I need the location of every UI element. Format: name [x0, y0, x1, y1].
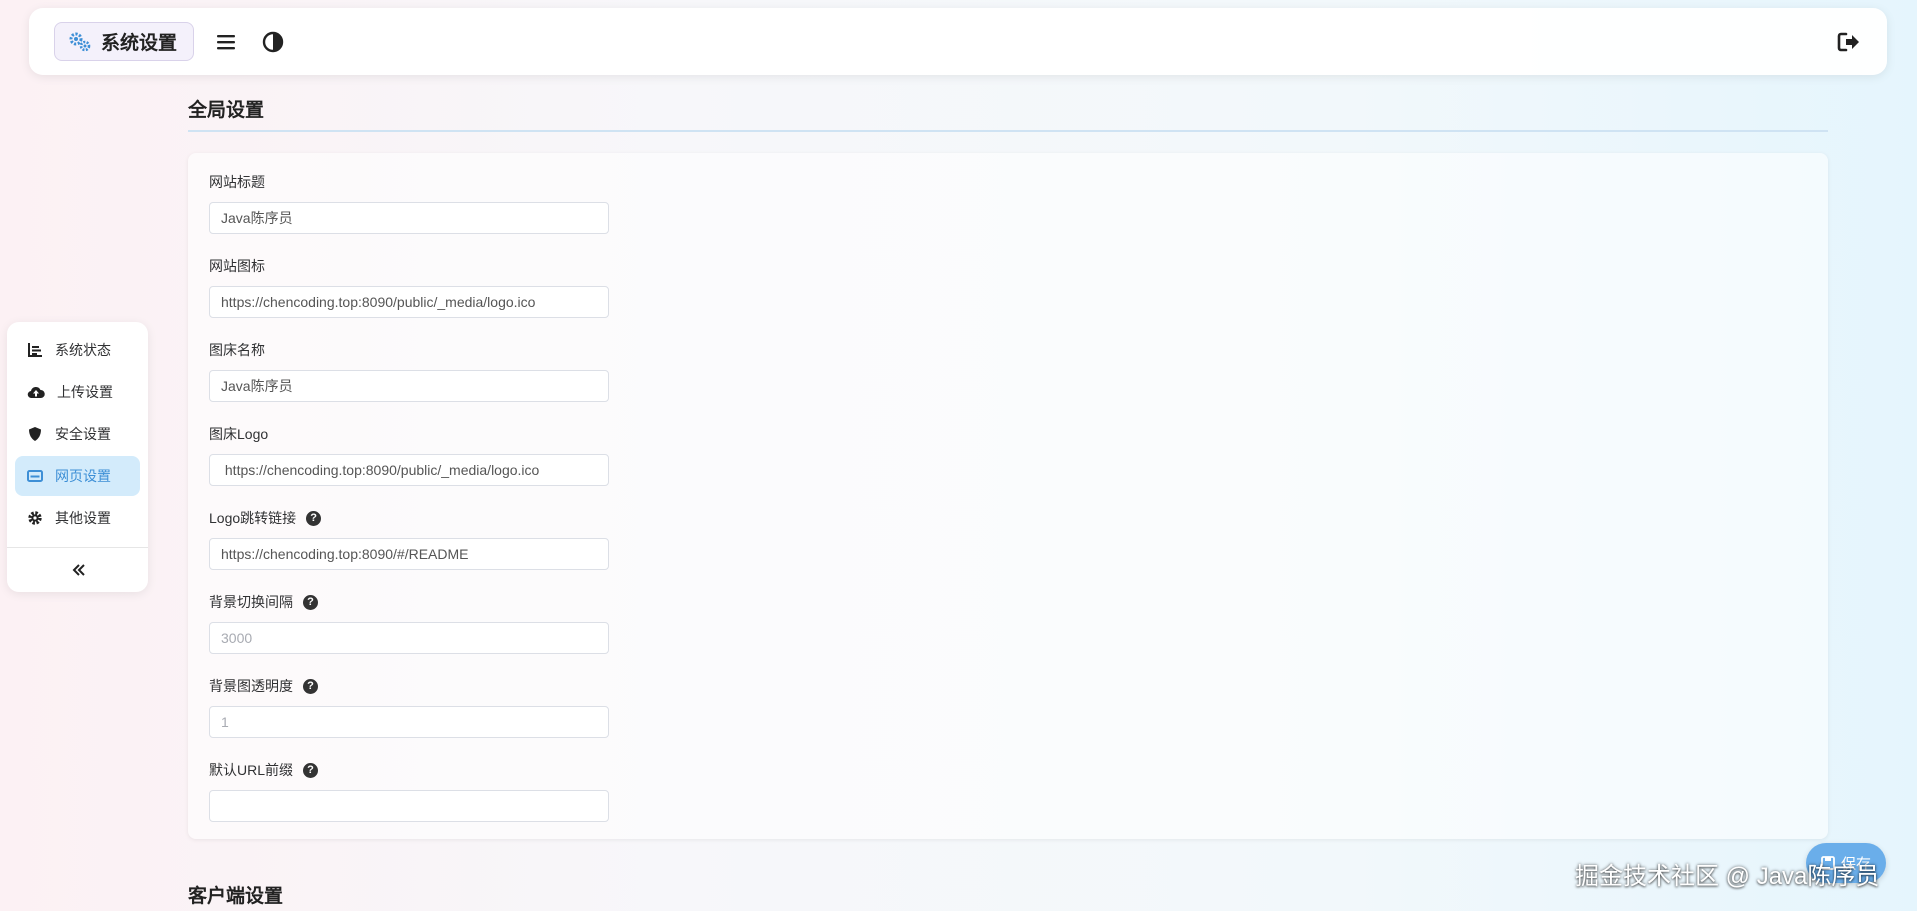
double-chevron-left-icon[interactable] — [67, 558, 91, 582]
client-section-title: 客户端设置 — [188, 886, 284, 907]
sidebar-item-web[interactable]: 网页设置 — [15, 456, 140, 496]
field-label-logo-link: Logo跳转链接 ? — [209, 508, 322, 528]
sidebar-item-other[interactable]: 其他设置 — [15, 498, 140, 538]
image-host-logo-input[interactable] — [209, 454, 609, 486]
watermark-text: 掘金技术社区 @ Java陈序员 — [1575, 863, 1880, 890]
field-label-image-host-logo: 图床Logo — [209, 426, 269, 442]
site-icon-input[interactable] — [209, 286, 609, 318]
brand-badge[interactable]: 系统设置 — [54, 22, 194, 61]
site-title-input[interactable] — [209, 202, 609, 234]
sidebar-item-upload[interactable]: 上传设置 — [15, 372, 140, 412]
sidebar-item-label: 系统状态 — [55, 342, 111, 358]
field-label-site-icon: 网站图标 — [209, 258, 265, 274]
image-host-name-input[interactable] — [209, 370, 609, 402]
url-prefix-input[interactable] — [209, 790, 609, 822]
sidebar-item-label: 安全设置 — [55, 426, 111, 442]
field-label-bg-opacity: 背景图透明度 ? — [209, 676, 318, 696]
field-label-site-title: 网站标题 — [209, 174, 265, 190]
chart-icon — [27, 342, 43, 358]
gear-icon — [27, 510, 43, 526]
help-icon[interactable]: ? — [303, 594, 318, 610]
shield-icon — [27, 426, 43, 442]
bg-interval-input[interactable] — [209, 622, 609, 654]
field-label-url-prefix: 默认URL前缀 ? — [209, 760, 319, 780]
cloud-upload-icon — [27, 384, 45, 400]
help-icon[interactable]: ? — [306, 510, 322, 526]
sidebar-divider — [7, 547, 148, 548]
field-label-image-host-name: 图床名称 — [209, 342, 265, 358]
sidebar-item-label: 网页设置 — [55, 468, 111, 484]
hamburger-icon[interactable] — [214, 30, 238, 54]
sidebar-item-system-status[interactable]: 系统状态 — [15, 330, 140, 370]
global-section-title: 全局设置 — [188, 100, 265, 121]
bg-opacity-input[interactable] — [209, 706, 609, 738]
logo-link-input[interactable] — [209, 538, 609, 570]
global-settings-card: 网站标题 网站图标 图床名称 图床Logo Logo跳转链接 ? 背景切换间隔 … — [188, 153, 1828, 839]
sidebar-item-security[interactable]: 安全设置 — [15, 414, 140, 454]
gears-icon — [67, 31, 93, 53]
field-label-bg-interval: 背景切换间隔 ? — [209, 592, 318, 612]
section-divider — [188, 130, 1828, 132]
top-header: 系统设置 — [29, 8, 1887, 75]
sidebar-item-label: 其他设置 — [55, 510, 111, 526]
web-card-icon — [27, 468, 43, 484]
contrast-icon[interactable] — [261, 30, 285, 54]
help-icon[interactable]: ? — [303, 678, 318, 694]
settings-sidebar: 系统状态 上传设置 安全设置 网页设置 其他设置 — [7, 322, 148, 592]
brand-title: 系统设置 — [101, 33, 178, 54]
help-icon[interactable]: ? — [303, 762, 319, 778]
logout-icon[interactable] — [1837, 30, 1861, 54]
sidebar-item-label: 上传设置 — [57, 384, 113, 400]
